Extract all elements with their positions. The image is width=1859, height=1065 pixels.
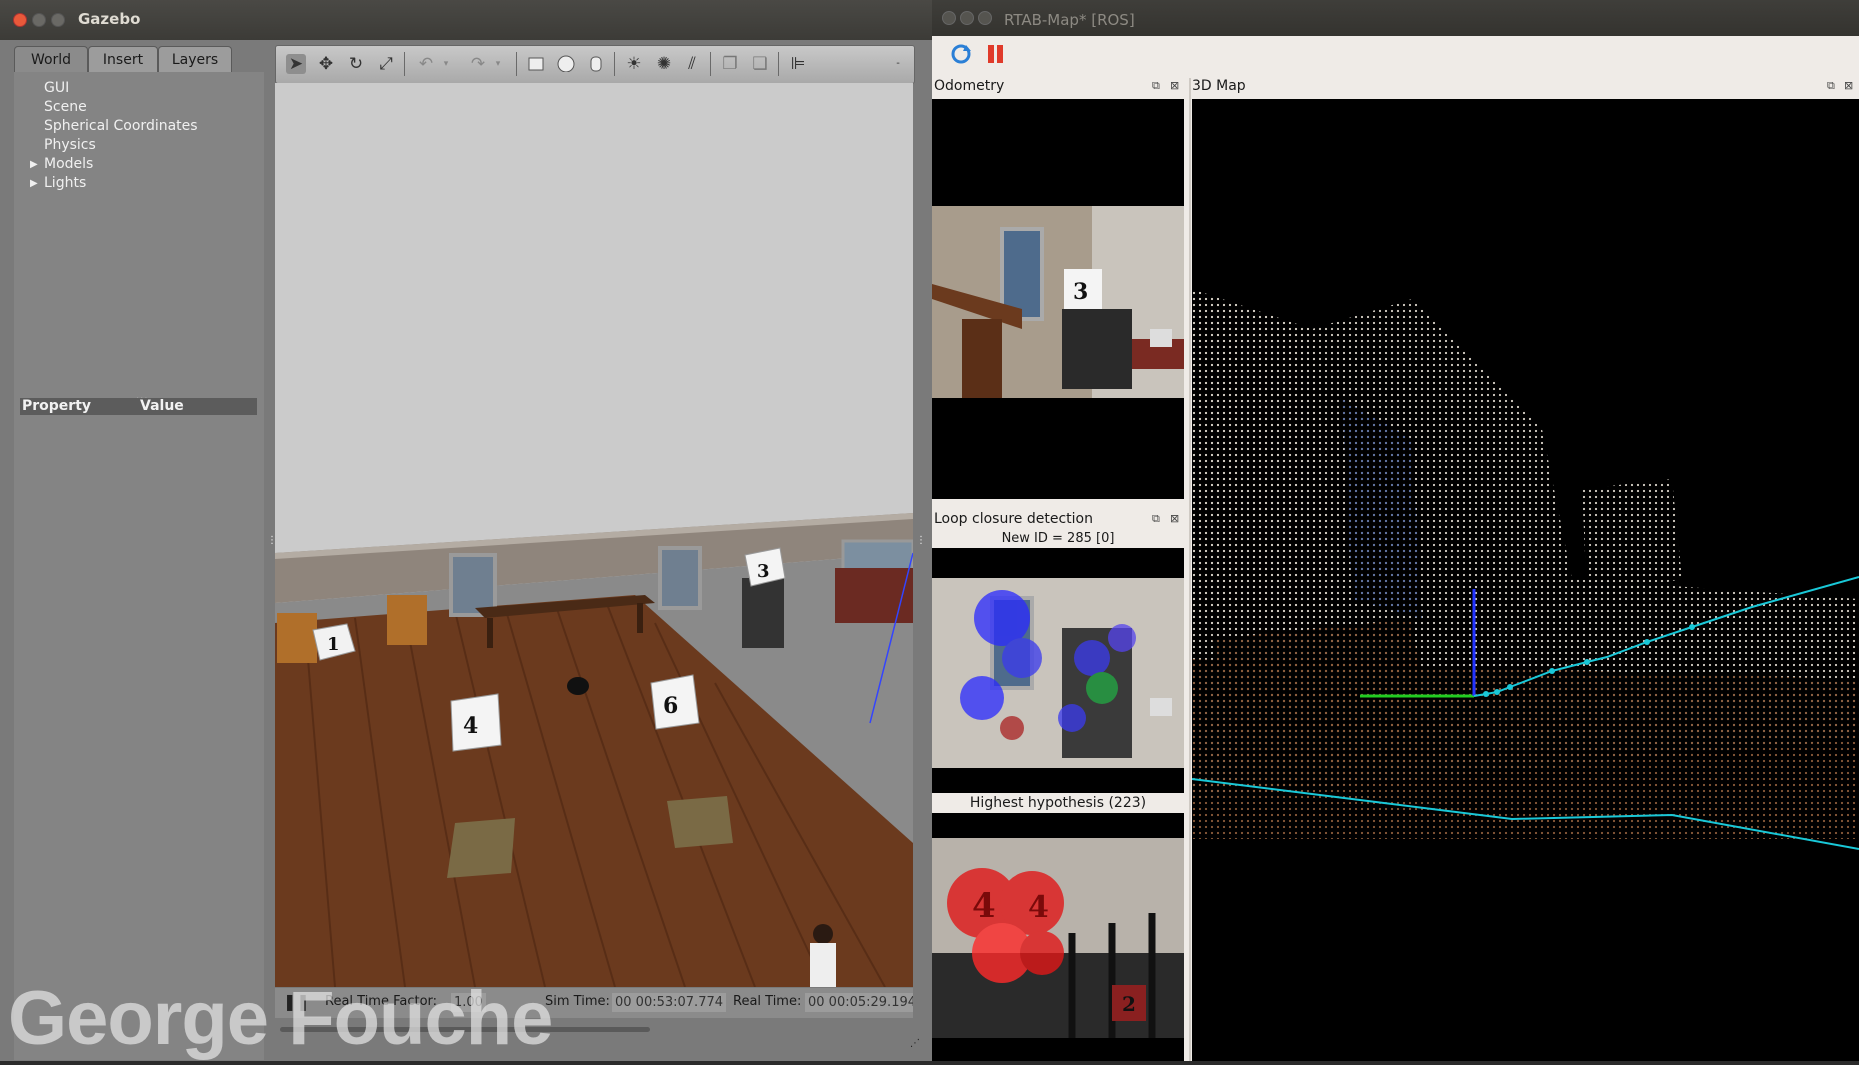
tree-item-spherical-coordinates[interactable]: Spherical Coordinates <box>44 118 198 134</box>
window-title: Gazebo <box>78 10 141 28</box>
window-title: RTAB-Map* [ROS] <box>1004 11 1135 29</box>
sim-time-value: 00 00:53:07.774 <box>612 993 727 1012</box>
collapse-right-handle[interactable]: ⋮ <box>916 535 926 546</box>
rotate-mode-icon[interactable]: ↻ <box>346 54 366 74</box>
odometry-image: 3 <box>932 206 1184 398</box>
real-time-label: Real Time: <box>733 994 802 1009</box>
scale-mode-icon[interactable]: ⤢ <box>376 54 396 74</box>
new-image-view[interactable] <box>932 548 1184 793</box>
dock-float-icon[interactable]: ⧉ <box>1152 512 1160 526</box>
expand-arrow-icon[interactable]: ▶ <box>30 178 38 189</box>
redo-icon[interactable]: ↷ <box>468 54 488 74</box>
die-label: 2 <box>1122 992 1136 1016</box>
loop-closure-dock-title: Loop closure detection <box>934 511 1093 527</box>
cylinder-shape-icon[interactable] <box>586 54 606 74</box>
value-header: Value <box>140 398 184 414</box>
property-header: Property <box>22 398 92 414</box>
die-label: 4 <box>1028 890 1049 925</box>
tab-world[interactable]: World <box>14 46 88 73</box>
close-icon[interactable] <box>942 11 956 25</box>
gazebo-window: Gazebo World Insert Layers GUI Scene Sph… <box>0 0 932 1061</box>
tab-insert[interactable]: Insert <box>88 46 158 73</box>
pause-icon[interactable] <box>986 43 1006 65</box>
undo-dropdown-icon[interactable]: ▾ <box>436 54 456 74</box>
dock-close-icon[interactable]: ⊠ <box>1170 512 1179 525</box>
close-icon[interactable] <box>13 13 27 27</box>
point-cloud-render <box>1191 289 1859 850</box>
expand-arrow-icon[interactable]: ▶ <box>30 159 38 170</box>
tab-layers[interactable]: Layers <box>158 46 232 73</box>
tree-item-lights[interactable]: Lights <box>44 175 86 191</box>
redo-dropdown-icon[interactable]: ▾ <box>488 54 508 74</box>
die-label: 4 <box>972 886 996 926</box>
map-dock-title: 3D Map <box>1192 78 1246 94</box>
rtabmap-titlebar: RTAB-Map* [ROS] <box>932 0 1859 36</box>
maximize-icon[interactable] <box>51 13 65 27</box>
dock-close-icon[interactable]: ⊠ <box>1170 79 1179 92</box>
highest-hypothesis-label: Highest hypothesis (223) <box>969 795 1147 811</box>
die-label: 6 <box>663 693 678 719</box>
robot-model[interactable] <box>567 677 589 695</box>
tree-item-physics[interactable]: Physics <box>44 137 96 153</box>
rtabmap-window: RTAB-Map* [ROS] Odometry ⧉ ⊠ 3 Loop clos… <box>932 0 1859 1061</box>
maximize-icon[interactable] <box>978 11 992 25</box>
gazebo-titlebar: Gazebo <box>0 0 932 40</box>
minimize-icon[interactable] <box>960 11 974 25</box>
translate-mode-icon[interactable]: ✥ <box>316 54 336 74</box>
odometry-dock-title: Odometry <box>934 78 1005 94</box>
odometry-view[interactable]: 3 <box>932 99 1184 499</box>
refresh-icon[interactable] <box>950 43 972 65</box>
sphere-shape-icon[interactable] <box>556 54 576 74</box>
dock-float-icon[interactable]: ⧉ <box>1152 79 1160 93</box>
real-time-value: 00 00:05:29.194 <box>805 993 913 1012</box>
property-table-header: Property Value <box>20 398 257 415</box>
box-shape-icon[interactable] <box>526 54 546 74</box>
hypothesis-image-view[interactable]: 4 4 2 <box>932 813 1184 1061</box>
select-mode-icon[interactable]: ➤ <box>286 54 306 74</box>
tree-item-gui[interactable]: GUI <box>44 80 69 96</box>
toolbar-overflow-icon[interactable]: - <box>888 54 908 74</box>
resize-grip-icon[interactable]: ⋰ <box>910 1038 920 1049</box>
scene-render: 1 3 4 6 <box>275 83 913 987</box>
spot-light-icon[interactable]: ✺ <box>654 54 674 74</box>
3d-map-view[interactable] <box>1191 99 1859 1061</box>
new-image <box>932 578 1184 768</box>
tree-item-models[interactable]: Models <box>44 156 93 172</box>
watermark-text: George Fouche <box>8 976 553 1061</box>
point-light-icon[interactable]: ☀ <box>624 54 644 74</box>
die-label: 1 <box>327 634 340 655</box>
directional-light-icon[interactable]: ⫽ <box>682 54 702 74</box>
dock-float-icon[interactable]: ⧉ <box>1827 79 1835 93</box>
die-label: 3 <box>757 561 770 582</box>
new-id-label: New ID = 285 [0] <box>1001 531 1115 546</box>
dock-splitter[interactable] <box>1189 78 1191 1061</box>
copy-icon[interactable]: ❐ <box>720 54 740 74</box>
tree-item-scene[interactable]: Scene <box>44 99 87 115</box>
hypothesis-image: 4 4 2 <box>932 838 1184 1038</box>
align-icon[interactable]: ⊫ <box>788 54 808 74</box>
dock-close-icon[interactable]: ⊠ <box>1844 79 1853 92</box>
scene-toolbar: ➤ ✥ ↻ ⤢ ↶ ▾ ↷ ▾ ☀ ✺ ⫽ ❐ ❏ ⊫ - <box>275 45 915 84</box>
world-panel: GUI Scene Spherical Coordinates Physics … <box>14 72 264 1060</box>
die-label: 3 <box>1073 279 1088 305</box>
minimize-icon[interactable] <box>32 13 46 27</box>
sim-time-label: Sim Time: <box>545 994 610 1009</box>
paste-icon[interactable]: ❏ <box>750 54 770 74</box>
gazebo-3d-viewport[interactable]: 1 3 4 6 <box>275 83 913 987</box>
die-label: 4 <box>463 713 478 739</box>
undo-icon[interactable]: ↶ <box>416 54 436 74</box>
